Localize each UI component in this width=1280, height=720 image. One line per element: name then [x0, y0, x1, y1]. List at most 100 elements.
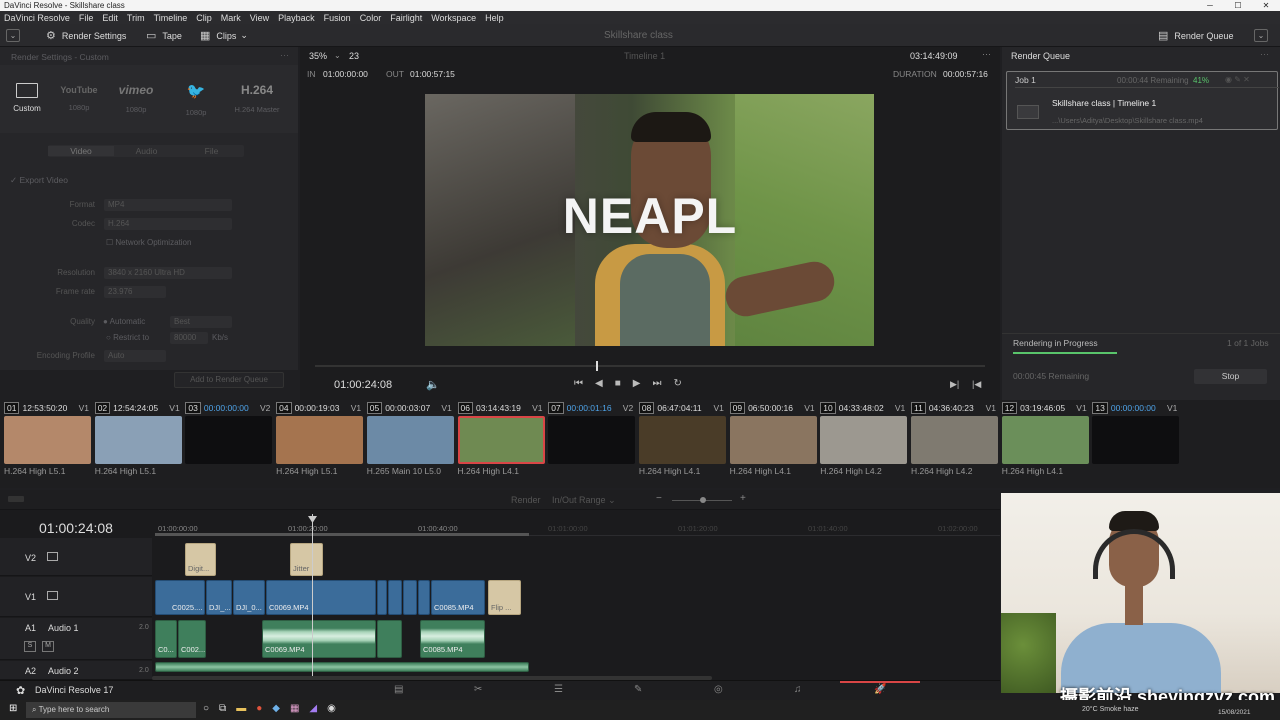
- weather-status[interactable]: 20°C Smoke haze: [1082, 706, 1139, 713]
- preset-vimeo[interactable]: vimeo 1080p: [115, 71, 157, 114]
- quality-select[interactable]: Best: [170, 316, 232, 328]
- zoom-in-icon[interactable]: +: [740, 493, 746, 504]
- panel-toggle-icon[interactable]: ⌄: [6, 29, 20, 42]
- more-options-icon[interactable]: ···: [280, 50, 289, 60]
- menu-edit[interactable]: Edit: [102, 13, 118, 23]
- edit-page-icon[interactable]: ☰: [554, 684, 563, 695]
- cortana-icon[interactable]: ○: [203, 703, 209, 714]
- timeline-playhead[interactable]: [312, 514, 313, 680]
- skip-to-start-icon[interactable]: ⏮: [574, 378, 583, 389]
- add-to-render-queue-button[interactable]: Add to Render Queue: [174, 372, 284, 388]
- delete-icon[interactable]: ✕: [1243, 75, 1250, 84]
- menu-timeline[interactable]: Timeline: [154, 13, 188, 23]
- close-button[interactable]: ✕: [1252, 0, 1280, 11]
- deliver-page-icon[interactable]: 🚀: [874, 684, 886, 695]
- timeline-clip[interactable]: C0069.MP4: [266, 580, 376, 615]
- preset-twitter[interactable]: 🐦 1080p: [175, 71, 217, 117]
- preset-custom[interactable]: Custom: [6, 71, 48, 113]
- timeline-clip[interactable]: C0025....: [155, 580, 205, 615]
- menu-color[interactable]: Color: [360, 13, 382, 23]
- audio-clip[interactable]: C0...: [155, 620, 177, 658]
- play-icon[interactable]: ▶: [633, 378, 641, 389]
- media-clip[interactable]: 09 06:50:00:16 V1 H.264 High L4.1: [729, 402, 817, 476]
- maximize-button[interactable]: ☐: [1224, 0, 1252, 11]
- viewer-timeline-name[interactable]: Timeline 1: [624, 51, 665, 61]
- next-frame-icon[interactable]: ▶|: [950, 379, 959, 390]
- prev-frame-icon[interactable]: |◀: [972, 379, 981, 390]
- timeline-view-icon[interactable]: [8, 496, 24, 502]
- menu-clip[interactable]: Clip: [196, 13, 212, 23]
- panel-toggle-right-icon[interactable]: ⌄: [1254, 29, 1268, 42]
- format-select[interactable]: MP4: [104, 199, 232, 211]
- render-queue-button[interactable]: ▤ Render Queue: [1158, 24, 1233, 47]
- audio-clip[interactable]: C002...: [178, 620, 206, 658]
- stop-icon[interactable]: ■: [615, 378, 621, 389]
- timeline-clip[interactable]: Digit...: [185, 543, 216, 576]
- timeline-clip[interactable]: [377, 580, 387, 615]
- timeline-clip[interactable]: DJI_...: [206, 580, 232, 615]
- media-clip[interactable]: 12 03:19:46:05 V1 H.264 High L4.1: [1001, 402, 1089, 476]
- tape-button[interactable]: ▭ Tape: [146, 24, 182, 47]
- taskbar-date[interactable]: 15/08/2021: [1218, 709, 1251, 716]
- color-page-icon[interactable]: ◎: [714, 684, 723, 695]
- skip-to-end-icon[interactable]: ⏭: [652, 378, 661, 389]
- frame-rate-select[interactable]: 23.976: [104, 286, 166, 298]
- menu-fusion[interactable]: Fusion: [324, 13, 351, 23]
- menu-davinci[interactable]: DaVinci Resolve: [4, 13, 70, 23]
- video-frame[interactable]: NEAPL: [425, 94, 874, 346]
- obs-icon[interactable]: ◉: [327, 703, 336, 714]
- timeline-clip[interactable]: DJI_0...: [233, 580, 265, 615]
- audio-clip[interactable]: [377, 620, 402, 658]
- tab-audio[interactable]: Audio: [114, 146, 179, 156]
- menu-trim[interactable]: Trim: [127, 13, 145, 23]
- preset-h264[interactable]: H.264 H.264 Master: [232, 71, 282, 114]
- loop-icon[interactable]: ↻: [673, 378, 681, 389]
- render-queue-more-icon[interactable]: ···: [1260, 49, 1269, 59]
- menu-help[interactable]: Help: [485, 13, 504, 23]
- tab-file[interactable]: File: [179, 146, 244, 156]
- viewer-more-icon[interactable]: ···: [982, 49, 991, 59]
- resolution-select[interactable]: 3840 x 2160 Ultra HD: [104, 267, 232, 279]
- timeline-clip[interactable]: C0085.MP4: [431, 580, 485, 615]
- track-monitor-icon[interactable]: [47, 552, 58, 561]
- menu-fairlight[interactable]: Fairlight: [390, 13, 422, 23]
- audio-clip[interactable]: C0069.MP4: [262, 620, 376, 658]
- zoom-chevron-icon[interactable]: ⌄: [334, 51, 341, 60]
- codec-select[interactable]: H.264: [104, 218, 232, 230]
- render-job-card[interactable]: Job 1 00:00:44 Remaining 41% ◉ ✎ ✕ Skill…: [1006, 71, 1279, 130]
- minimize-button[interactable]: ─: [1196, 0, 1224, 11]
- windows-start-icon[interactable]: ⊞: [9, 703, 17, 714]
- timeline-clip[interactable]: Jitter: [290, 543, 323, 576]
- timeline-clip[interactable]: [388, 580, 402, 615]
- network-optimization-checkbox[interactable]: ☐ Network Optimization: [106, 238, 191, 247]
- menu-view[interactable]: View: [250, 13, 269, 23]
- premiere-icon[interactable]: ▦: [290, 703, 299, 714]
- menu-workspace[interactable]: Workspace: [431, 13, 476, 23]
- media-clip[interactable]: 03 00:00:00:00 V2: [185, 402, 273, 466]
- cut-page-icon[interactable]: ✂: [474, 684, 482, 695]
- viewer-scrubber[interactable]: [315, 365, 985, 367]
- app-icon[interactable]: ◢: [309, 703, 317, 714]
- media-clip[interactable]: 07 00:00:01:16 V2: [548, 402, 636, 466]
- eye-icon[interactable]: ◉: [1225, 75, 1232, 84]
- media-clip[interactable]: 06 03:14:43:19 V1 H.264 High L4.1: [457, 402, 545, 476]
- menu-file[interactable]: File: [79, 13, 94, 23]
- media-page-icon[interactable]: ▤: [394, 684, 403, 695]
- render-settings-button[interactable]: ⚙ Render Settings: [46, 24, 126, 47]
- file-explorer-icon[interactable]: ▬: [236, 703, 246, 714]
- menu-mark[interactable]: Mark: [221, 13, 241, 23]
- zoom-slider-handle[interactable]: [700, 497, 706, 503]
- quality-automatic-radio[interactable]: ● Automatic: [103, 317, 145, 326]
- media-clip[interactable]: 10 04:33:48:02 V1 H.264 High L4.2: [820, 402, 908, 476]
- timeline-clip[interactable]: Flip ...: [488, 580, 521, 615]
- export-video-checkbox[interactable]: ✓ Export Video: [10, 175, 68, 186]
- media-clip[interactable]: 02 12:54:24:05 V1 H.264 High L5.1: [94, 402, 182, 476]
- task-view-icon[interactable]: ⧉: [219, 703, 226, 714]
- mute-button[interactable]: M: [42, 641, 54, 652]
- restrict-value-input[interactable]: 80000: [170, 332, 208, 344]
- audio-clip-a2[interactable]: [155, 662, 529, 672]
- media-clip[interactable]: 04 00:00:19:03 V1 H.264 High L5.1: [276, 402, 364, 476]
- edit-icon[interactable]: ✎: [1234, 75, 1241, 84]
- fairlight-page-icon[interactable]: ♫: [794, 684, 802, 695]
- encoding-profile-select[interactable]: Auto: [104, 350, 166, 362]
